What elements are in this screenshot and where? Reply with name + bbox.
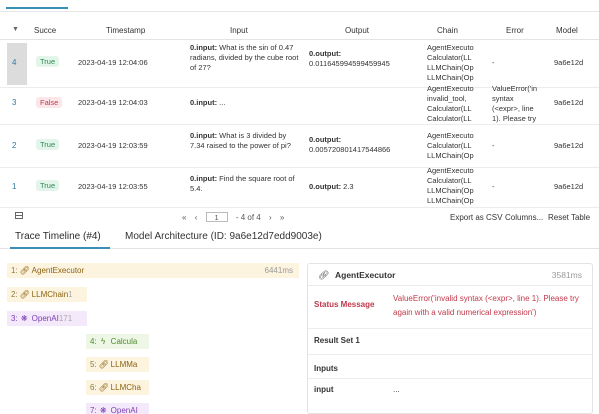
status-message-label: Status Message <box>314 300 375 309</box>
inputs-label: Inputs <box>314 364 338 373</box>
chain-cell: AgentExecuto Calculator(LL LLMChain(Op LLMC… <box>427 166 474 205</box>
chain-cell: AgentExecuto invalid_tool, Calculator(LL Ca… <box>427 84 474 123</box>
input-key: input <box>314 385 334 394</box>
input-cell: 0.input: Find the square root of 5.4. <box>190 174 295 193</box>
table-row[interactable]: 2 True 2023-04-19 12:03:59 0.input: What… <box>0 125 599 168</box>
divider <box>308 354 592 355</box>
model-cell: 9a6e12d <box>554 141 584 150</box>
status-message-value: ValueError('invalid syntax (<expr>, line… <box>393 294 579 317</box>
active-tab-indicator <box>6 7 68 9</box>
link-icon: 🔗︎ <box>19 266 30 275</box>
sort-icon[interactable]: ▼ <box>12 26 19 33</box>
first-page-button[interactable]: « <box>182 213 186 222</box>
link-icon: 🔗︎ <box>98 360 109 369</box>
model-cell: 9a6e12d <box>554 182 584 191</box>
row-index: 3 <box>12 98 17 107</box>
tab-underline <box>10 247 110 249</box>
timestamp: 2023-04-19 12:03:59 <box>78 141 148 150</box>
input-value: ... <box>393 385 400 394</box>
top-strip <box>0 0 599 12</box>
success-badge: False <box>36 97 63 108</box>
timeline-node-calculator[interactable]: 4: ϟ Calcula <box>86 334 149 349</box>
input-cell: 0.input: What is 3 divided by 7.34 raise… <box>190 131 291 150</box>
output-cell: 0.output: 0.011645994599459945 <box>309 49 390 68</box>
table-row[interactable]: 4 True 2023-04-19 12:04:06 0.input: What… <box>0 41 599 88</box>
model-cell: 9a6e12d <box>554 58 584 67</box>
result-set-label: Result Set 1 <box>314 336 360 345</box>
next-page-button[interactable]: › <box>269 213 272 222</box>
lightning-icon: ϟ <box>101 337 106 346</box>
timestamp: 2023-04-19 12:04:03 <box>78 98 148 107</box>
openai-icon: ❋ <box>99 406 107 414</box>
col-error[interactable]: Error <box>506 26 524 35</box>
col-success[interactable]: Succe <box>34 26 56 35</box>
panel-tabs: Trace Timeline (#4) Model Architecture (… <box>0 229 599 249</box>
timeline-node-llmchain[interactable]: 2: 🔗︎ LLMChain1 <box>7 287 87 302</box>
tab-model-architecture[interactable]: Model Architecture (ID: 9a6e12d7edd9003e… <box>125 231 322 242</box>
link-icon: 🔗︎ <box>98 383 109 392</box>
reset-table-button[interactable]: Reset Table <box>548 213 590 222</box>
output-cell: 0.output: 2.3 <box>309 182 354 191</box>
export-csv-button[interactable]: Export as CSV <box>450 213 502 222</box>
row-selection <box>7 43 27 85</box>
page-input[interactable]: 1 <box>205 212 228 222</box>
col-model[interactable]: Model <box>556 26 578 35</box>
chain-cell: AgentExecuto Calculator(LL LLMChain(Op <box>427 131 474 160</box>
error-cell: - <box>492 182 495 191</box>
detail-title: AgentExecutor <box>335 270 396 280</box>
model-cell: 9a6e12d <box>554 98 584 107</box>
detail-header: 🔗︎ AgentExecutor 3581ms <box>308 264 592 286</box>
openai-icon: ❋ <box>20 314 28 323</box>
link-icon: 🔗︎ <box>19 290 30 299</box>
success-badge: True <box>36 139 60 150</box>
input-cell: 0.input: What is the sin of 0.47 radians… <box>190 43 299 72</box>
timeline-node-llmmath[interactable]: 5: 🔗︎ LLMMa <box>86 357 149 372</box>
link-icon: 🔗︎ <box>318 270 330 280</box>
table-header: ▼ Succe Timestamp Input Output Chain Err… <box>0 20 599 40</box>
table-row[interactable]: 3 False 2023-04-19 12:04:03 0.input: ...… <box>0 84 599 125</box>
divider <box>308 378 592 379</box>
error-cell: - <box>492 141 495 150</box>
error-cell: - <box>492 58 495 67</box>
last-page-button[interactable]: » <box>280 213 284 222</box>
timestamp: 2023-04-19 12:04:06 <box>78 58 148 67</box>
span-detail-panel: 🔗︎ AgentExecutor 3581ms Status Message V… <box>307 263 593 414</box>
col-chain[interactable]: Chain <box>437 26 458 35</box>
tab-trace-timeline[interactable]: Trace Timeline (#4) <box>15 231 101 242</box>
output-cell: 0.output: 0.005720801417544866 <box>309 135 391 154</box>
row-index: 4 <box>12 58 17 67</box>
table-layout-icon[interactable] <box>15 212 23 219</box>
columns-button[interactable]: Columns... <box>505 213 543 222</box>
page-count: - 4 of 4 <box>235 213 261 222</box>
table-footer: « ‹ 1 - 4 of 4 › » Export as CSV Columns… <box>0 210 599 226</box>
table-row[interactable]: 1 True 2023-04-19 12:03:55 0.input: Find… <box>0 166 599 208</box>
timeline-node-openai[interactable]: 3: ❋ OpenAI171 <box>7 311 87 326</box>
timeline-node-agentexecutor[interactable]: 1: 🔗︎ AgentExecutor 6441ms <box>7 263 299 278</box>
node-duration: 6441ms <box>264 266 293 275</box>
success-badge: True <box>36 180 60 191</box>
success-badge: True <box>36 56 60 67</box>
row-index: 2 <box>12 141 17 150</box>
row-index: 1 <box>12 182 17 191</box>
chain-cell: AgentExecuto Calculator(LL LLMChain(Op LLMC… <box>427 43 474 82</box>
detail-duration: 3581ms <box>551 270 582 280</box>
timestamp: 2023-04-19 12:03:55 <box>78 182 148 191</box>
col-input[interactable]: Input <box>230 26 248 35</box>
divider <box>308 328 592 329</box>
pagination: « ‹ 1 - 4 of 4 › » <box>182 212 290 222</box>
col-timestamp[interactable]: Timestamp <box>106 26 145 35</box>
col-output[interactable]: Output <box>345 26 369 35</box>
trace-timeline: 1: 🔗︎ AgentExecutor 6441ms 2: 🔗︎ LLMChain1 3… <box>0 254 300 414</box>
timeline-node-llmchain-2[interactable]: 6: 🔗︎ LLMCha <box>86 380 149 395</box>
error-cell: ValueError('in syntax (<expr>, line 1). Ple… <box>492 84 538 123</box>
input-cell: 0.input: ... <box>190 98 226 107</box>
prev-page-button[interactable]: ‹ <box>195 213 198 222</box>
timeline-node-openai-2[interactable]: 7: ❋ OpenAI <box>86 403 149 414</box>
